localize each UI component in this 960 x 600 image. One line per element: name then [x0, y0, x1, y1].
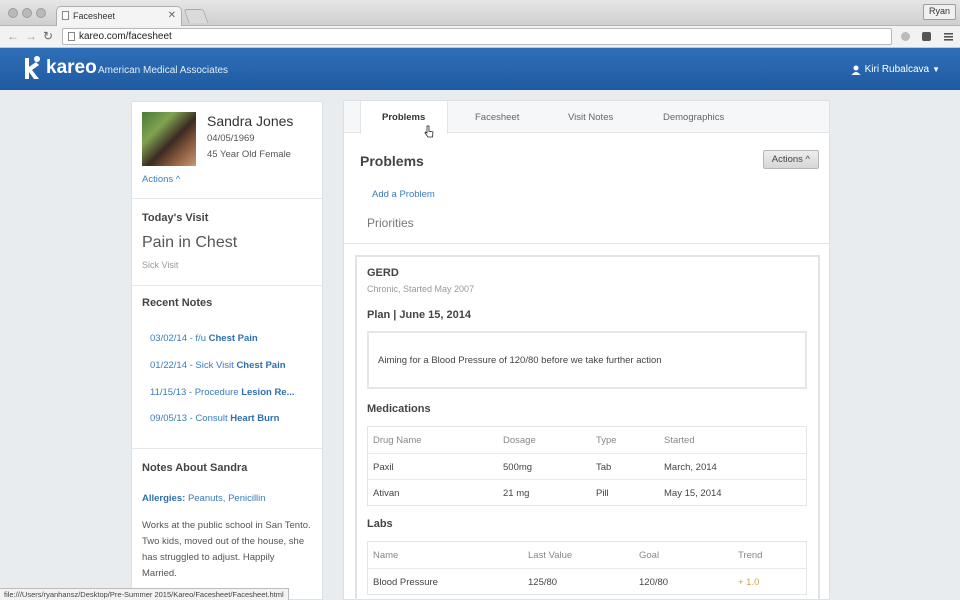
reload-icon[interactable]: ↻: [43, 29, 53, 43]
chevron-down-icon: ▼: [932, 65, 940, 74]
back-icon[interactable]: ←: [7, 29, 19, 43]
user-icon: [851, 65, 861, 75]
new-tab-button[interactable]: [183, 9, 209, 23]
patient-photo: [142, 112, 196, 166]
recent-note-link[interactable]: 11/15/13 - Procedure Lesion Re...: [150, 387, 305, 398]
column-header: Trend: [738, 550, 763, 561]
divider: [344, 243, 829, 244]
plan-box: Aiming for a Blood Pressure of 120/80 be…: [367, 331, 807, 389]
add-problem-link[interactable]: Add a Problem: [372, 189, 435, 200]
tab-visit-notes[interactable]: Visit Notes: [568, 112, 613, 123]
plan-title: Plan | June 15, 2014: [367, 309, 471, 321]
column-header: Last Value: [528, 550, 573, 561]
app-header: kareo American Medical Associates Kiri R…: [0, 48, 960, 90]
recent-note-link[interactable]: 03/02/14 - f/u Chest Pain: [150, 333, 305, 344]
maximize-window-button[interactable]: [36, 8, 46, 18]
problem-name: GERD: [367, 267, 399, 279]
problems-actions-button[interactable]: Actions ^: [762, 150, 819, 169]
practice-name: American Medical Associates: [98, 65, 229, 76]
browser-status-bar: file:///Users/ryanhansz/Desktop/Pre-Summ…: [0, 588, 289, 600]
column-header: Started: [664, 435, 695, 446]
plan-text: Aiming for a Blood Pressure of 120/80 be…: [378, 355, 662, 366]
patient-dob: 04/05/1969: [207, 133, 255, 144]
mouse-cursor-icon: [424, 125, 434, 138]
allergies-label: Allergies:: [142, 493, 186, 504]
patient-actions-link[interactable]: Actions ^: [142, 174, 180, 185]
table-cell: 21 mg: [503, 488, 530, 499]
patient-name: Sandra Jones: [207, 113, 294, 129]
tab-facesheet[interactable]: Facesheet: [475, 112, 519, 123]
minimize-window-button[interactable]: [22, 8, 32, 18]
patient-info: 45 Year Old Female: [207, 149, 291, 160]
todays-visit-heading: Today's Visit: [142, 212, 209, 224]
notes-about-heading: Notes About Sandra: [142, 462, 248, 474]
table-header-row: Name Last Value Goal Trend: [368, 542, 806, 568]
column-header: Dosage: [503, 435, 536, 446]
table-cell: 125/80: [528, 577, 558, 588]
recent-notes-heading: Recent Notes: [142, 297, 213, 309]
visit-reason: Pain in Chest: [142, 234, 238, 251]
priorities-heading: Priorities: [367, 216, 414, 230]
menu-icon[interactable]: [943, 31, 954, 42]
table-cell: 120/80: [639, 577, 669, 588]
kareo-logo-icon: [25, 56, 40, 79]
table-row[interactable]: Ativan 21 mg Pill May 15, 2014: [368, 479, 806, 505]
table-cell: 500mg: [503, 462, 533, 473]
table-cell: Blood Pressure: [373, 577, 438, 588]
table-row[interactable]: Blood Pressure 125/80 120/80 + 1.0: [368, 568, 806, 594]
problem-card: GERD Chronic, Started May 2007 Plan | Ju…: [355, 255, 820, 600]
table-cell: May 15, 2014: [664, 488, 722, 499]
labs-heading: Labs: [367, 518, 393, 530]
browser-toolbar: ← → ↻ kareo.com/facesheet: [0, 26, 960, 48]
forward-icon[interactable]: →: [25, 29, 37, 43]
table-cell: Pill: [596, 488, 609, 499]
medications-heading: Medications: [367, 403, 431, 415]
medications-table: Drug Name Dosage Type Started Paxil 500m…: [367, 426, 807, 506]
kareo-logo[interactable]: kareo: [22, 55, 97, 81]
recent-note-link[interactable]: 01/22/14 - Sick Visit Chest Pain: [150, 360, 305, 371]
user-menu[interactable]: Kiri Rubalcava ▼: [851, 64, 940, 75]
close-tab-icon[interactable]: ✕: [168, 10, 176, 21]
logo-text: kareo: [46, 57, 97, 78]
address-url: kareo.com/facesheet: [79, 31, 172, 42]
allergies-value: Peanuts, Penicillin: [187, 493, 266, 504]
column-header: Drug Name: [373, 435, 422, 446]
divider: [132, 448, 322, 449]
extension-icon[interactable]: [900, 31, 911, 42]
table-cell: March, 2014: [664, 462, 717, 473]
extension-icon[interactable]: [921, 31, 932, 42]
page-icon: [68, 32, 75, 41]
table-cell: Ativan: [373, 488, 400, 499]
table-cell: Paxil: [373, 462, 394, 473]
divider: [132, 198, 322, 199]
allergies: Allergies: Peanuts, Penicillin: [142, 493, 266, 504]
page-title: Problems: [360, 153, 424, 169]
visit-type: Sick Visit: [142, 260, 179, 270]
close-window-button[interactable]: [8, 8, 18, 18]
tab-problems[interactable]: Problems: [382, 112, 425, 123]
page-icon: [62, 11, 69, 20]
main-panel: Problems Facesheet Visit Notes Demograph…: [343, 100, 830, 600]
labs-table: Name Last Value Goal Trend Blood Pressur…: [367, 541, 807, 595]
tab-bar: Problems Facesheet Visit Notes Demograph…: [344, 101, 829, 134]
column-header: Type: [596, 435, 617, 446]
patient-notes-text: Works at the public school in San Tento.…: [142, 520, 311, 579]
profile-button[interactable]: Ryan: [922, 4, 956, 20]
table-cell: Tab: [596, 462, 612, 473]
column-header: Name: [373, 550, 399, 561]
column-header: Goal: [639, 550, 660, 561]
browser-tabbar: Facesheet ✕ Ryan: [0, 0, 960, 27]
recent-note-link[interactable]: 09/05/13 - Consult Heart Burn: [150, 413, 305, 424]
trend-value: + 1.0: [738, 577, 760, 588]
patient-sidebar: Sandra Jones 04/05/1969 45 Year Old Fema…: [131, 101, 323, 600]
table-header-row: Drug Name Dosage Type Started: [368, 427, 806, 453]
browser-tab[interactable]: Facesheet ✕: [56, 6, 182, 27]
browser-tab-title: Facesheet: [73, 11, 116, 21]
tab-demographics[interactable]: Demographics: [663, 112, 724, 123]
address-bar[interactable]: kareo.com/facesheet: [62, 28, 892, 45]
table-row[interactable]: Paxil 500mg Tab March, 2014: [368, 453, 806, 479]
problem-subtitle: Chronic, Started May 2007: [367, 284, 475, 294]
divider: [132, 285, 322, 286]
user-name: Kiri Rubalcava: [864, 64, 930, 75]
